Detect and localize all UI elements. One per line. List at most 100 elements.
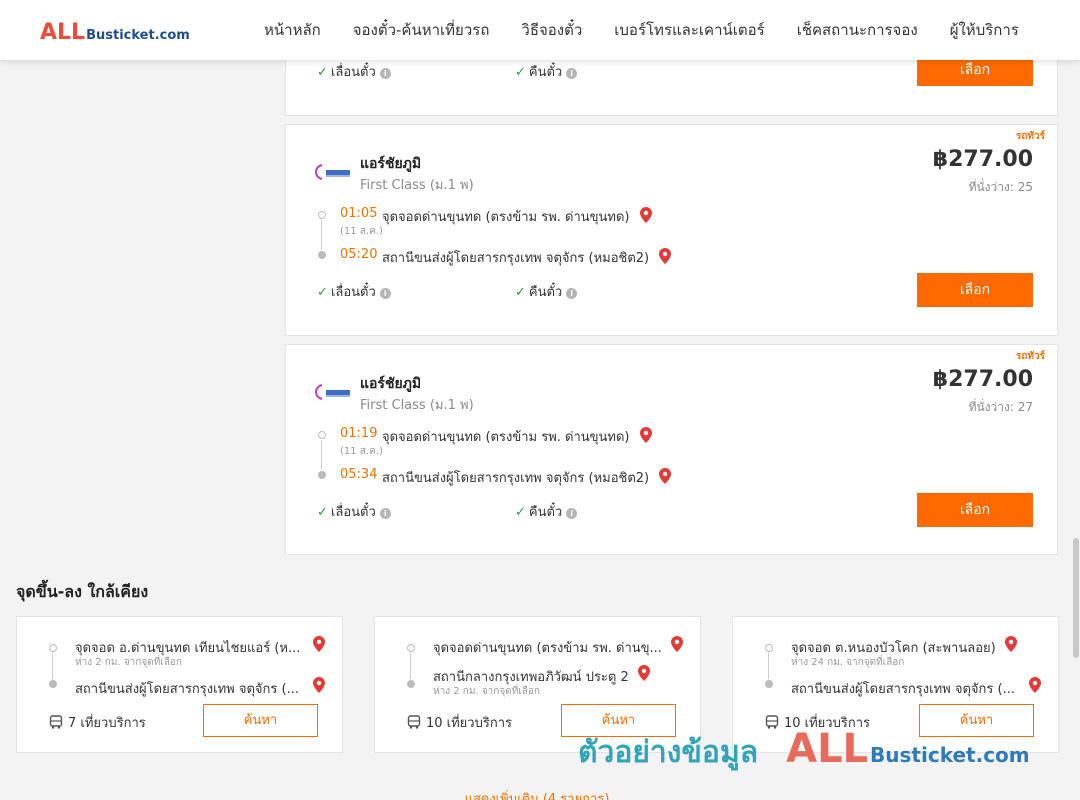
nearby-trip-count: 7 เที่ยวบริการ — [49, 712, 146, 733]
option-change: ✓ เลื่อนตั๋ว i — [317, 281, 391, 302]
bus-icon — [407, 715, 421, 729]
main-nav: หน้าหลัก จองตั๋ว-ค้นหาเที่ยวรถ วิธีจองตั… — [248, 0, 1035, 60]
logo-prefix: ALL — [40, 20, 86, 45]
arrive-stop-label: สถานีขนส่งผู้โดยสารกรุงเทพ จตุจักร (หมอช… — [382, 251, 650, 266]
depart-stop-label: จุดจอดด่านขุนทด (ตรงข้าม รพ. ด่านขุนทด) — [382, 430, 630, 445]
depart-date: (11 ส.ค.) — [340, 446, 383, 457]
map-pin-icon[interactable] — [1029, 677, 1041, 693]
route-timeline — [764, 644, 774, 688]
trip-card: รถทัวร์ แอร์ชัยภูมิ First Class (ม.1 พ) … — [285, 344, 1058, 555]
option-change-label: เลื่อนตั๋ว — [330, 285, 376, 300]
nearby-to-distance: ห่าง 2 กม. จากจุดที่เลือก — [433, 686, 540, 697]
map-pin-icon[interactable] — [639, 427, 652, 443]
option-change-label: เลื่อนตั๋ว — [330, 65, 376, 80]
nearby-trip-count: 10 เที่ยวบริการ — [407, 712, 512, 733]
map-pin-icon[interactable] — [638, 665, 650, 681]
route-timeline — [317, 211, 327, 259]
route-timeline — [406, 644, 416, 688]
nav-home[interactable]: หน้าหลัก — [264, 18, 321, 42]
info-icon[interactable]: i — [566, 68, 578, 79]
check-icon: ✓ — [317, 285, 328, 300]
nearby-from-stop: จุดจอดด่านขุนทด (ตรงข้าม รพ. ด่านขุ... — [433, 641, 662, 656]
option-refund-label: คืนตั๋ว — [528, 65, 563, 80]
operator-name: แอร์ชัยภูมิ — [360, 376, 422, 392]
info-icon[interactable]: i — [379, 508, 391, 519]
page-scrollbar[interactable] — [1072, 60, 1080, 800]
bus-class: First Class (ม.1 พ) — [360, 178, 474, 193]
show-more-link[interactable]: แสดงเพิ่มเติม (4 รายการ) — [0, 788, 1074, 800]
map-pin-icon[interactable] — [313, 677, 325, 693]
watermark-logo-prefix: ALL — [786, 726, 869, 772]
option-refund-label: คืนตั๋ว — [528, 285, 563, 300]
bus-class: First Class (ม.1 พ) — [360, 398, 474, 413]
watermark-text: ตัวอย่างข้อมูล — [578, 735, 759, 770]
search-button[interactable]: ค้นหา — [203, 704, 318, 737]
nav-operators[interactable]: ผู้ให้บริการ — [950, 18, 1019, 42]
map-pin-icon[interactable] — [313, 636, 325, 652]
sample-data-watermark: ตัวอย่างข้อมูล ALL Busticket.com — [578, 726, 1030, 776]
seats-available: ที่นั่งว่าง: 27 — [968, 400, 1033, 414]
option-refund: ✓ คืนตั๋ว i — [515, 61, 578, 82]
route-timeline — [317, 431, 327, 479]
arrive-time: 05:34 — [340, 467, 378, 482]
info-icon[interactable]: i — [379, 68, 391, 79]
nearby-to-stop: สถานีขนส่งผู้โดยสารกรุงเทพ จตุจักร (... — [791, 682, 1015, 697]
nearby-section-title: จุดขึ้น-ลง ใกล้เคียง — [16, 582, 149, 601]
arrive-stop: สถานีขนส่งผู้โดยสารกรุงเทพ จตุจักร (หมอช… — [382, 247, 672, 268]
option-refund-label: คืนตั๋ว — [528, 505, 563, 520]
nav-book-search[interactable]: จองตั๋ว-ค้นหาเที่ยวรถ — [353, 18, 490, 42]
route-timeline — [48, 644, 58, 688]
nearby-trip-count-label: 10 เที่ยวบริการ — [426, 716, 512, 731]
bus-type-tag: รถทัวร์ — [1015, 351, 1045, 362]
nearby-trip-count-label: 7 เที่ยวบริการ — [68, 716, 146, 731]
depart-stop-label: จุดจอดด่านขุนทด (ตรงข้าม รพ. ด่านขุนทด) — [382, 210, 630, 225]
nav-contact-counter[interactable]: เบอร์โทรและเคาน์เตอร์ — [614, 18, 764, 42]
arrive-time: 05:20 — [340, 247, 378, 262]
ticket-price: ฿277.00 — [932, 367, 1033, 392]
info-icon[interactable]: i — [566, 288, 578, 299]
check-icon: ✓ — [317, 505, 328, 520]
seats-available: ที่นั่งว่าง: 25 — [968, 180, 1033, 194]
map-pin-icon[interactable] — [659, 248, 672, 264]
bus-icon — [49, 715, 63, 729]
nav-how-to-book[interactable]: วิธีจองตั๋ว — [521, 18, 582, 42]
logo-suffix: Busticket.com — [86, 28, 190, 43]
info-icon[interactable]: i — [379, 288, 391, 299]
info-icon[interactable]: i — [566, 508, 578, 519]
check-icon: ✓ — [515, 505, 526, 520]
map-pin-icon[interactable] — [659, 468, 672, 484]
arrive-stop-label: สถานีขนส่งผู้โดยสารกรุงเทพ จตุจักร (หมอช… — [382, 471, 650, 486]
select-button[interactable]: เลือก — [917, 493, 1033, 527]
depart-date: (11 ส.ค.) — [340, 226, 383, 237]
site-header: ALL Busticket.com หน้าหลัก จองตั๋ว-ค้นหา… — [0, 0, 1080, 60]
option-change: ✓ เลื่อนตั๋ว i — [317, 501, 391, 522]
depart-stop: จุดจอดด่านขุนทด (ตรงข้าม รพ. ด่านขุนทด) — [382, 426, 652, 447]
map-pin-icon[interactable] — [671, 636, 683, 652]
select-button[interactable]: เลือก — [917, 273, 1033, 307]
depart-stop: จุดจอดด่านขุนทด (ตรงข้าม รพ. ด่านขุนทด) — [382, 206, 652, 227]
nav-check-status[interactable]: เช็คสถานะการจอง — [797, 18, 918, 42]
ticket-price: ฿277.00 — [932, 147, 1033, 172]
option-refund: ✓ คืนตั๋ว i — [515, 281, 578, 302]
map-pin-icon[interactable] — [1005, 636, 1017, 652]
map-pin-icon[interactable] — [639, 207, 652, 223]
depart-time: 01:05 — [340, 206, 378, 221]
operator-logo-icon — [315, 384, 350, 400]
check-icon: ✓ — [515, 65, 526, 80]
site-logo[interactable]: ALL Busticket.com — [40, 20, 190, 45]
operator-logo-icon — [315, 164, 350, 180]
option-change-label: เลื่อนตั๋ว — [330, 505, 376, 520]
trip-card: รถทัวร์ แอร์ชัยภูมิ First Class (ม.1 พ) … — [285, 124, 1058, 336]
operator-name: แอร์ชัยภูมิ — [360, 156, 422, 172]
nearby-to-stop: สถานีขนส่งผู้โดยสารกรุงเทพ จตุจักร (... — [75, 682, 299, 697]
option-change: ✓ เลื่อนตั๋ว i — [317, 61, 391, 82]
bus-type-tag: รถทัวร์ — [1015, 131, 1045, 142]
scrollbar-thumb[interactable] — [1073, 538, 1079, 658]
nearby-card: จุดจอด อ.ด่านขุนทด เทียนไชยแอร์ (ห... ห่… — [16, 616, 343, 753]
depart-time: 01:19 — [340, 426, 378, 441]
check-icon: ✓ — [515, 285, 526, 300]
arrive-stop: สถานีขนส่งผู้โดยสารกรุงเทพ จตุจักร (หมอช… — [382, 467, 672, 488]
nearby-from-distance: ห่าง 24 กม. จากจุดที่เลือก — [791, 657, 905, 668]
nearby-from-distance: ห่าง 2 กม. จากจุดที่เลือก — [75, 657, 182, 668]
watermark-logo-suffix: Busticket.com — [870, 743, 1030, 767]
